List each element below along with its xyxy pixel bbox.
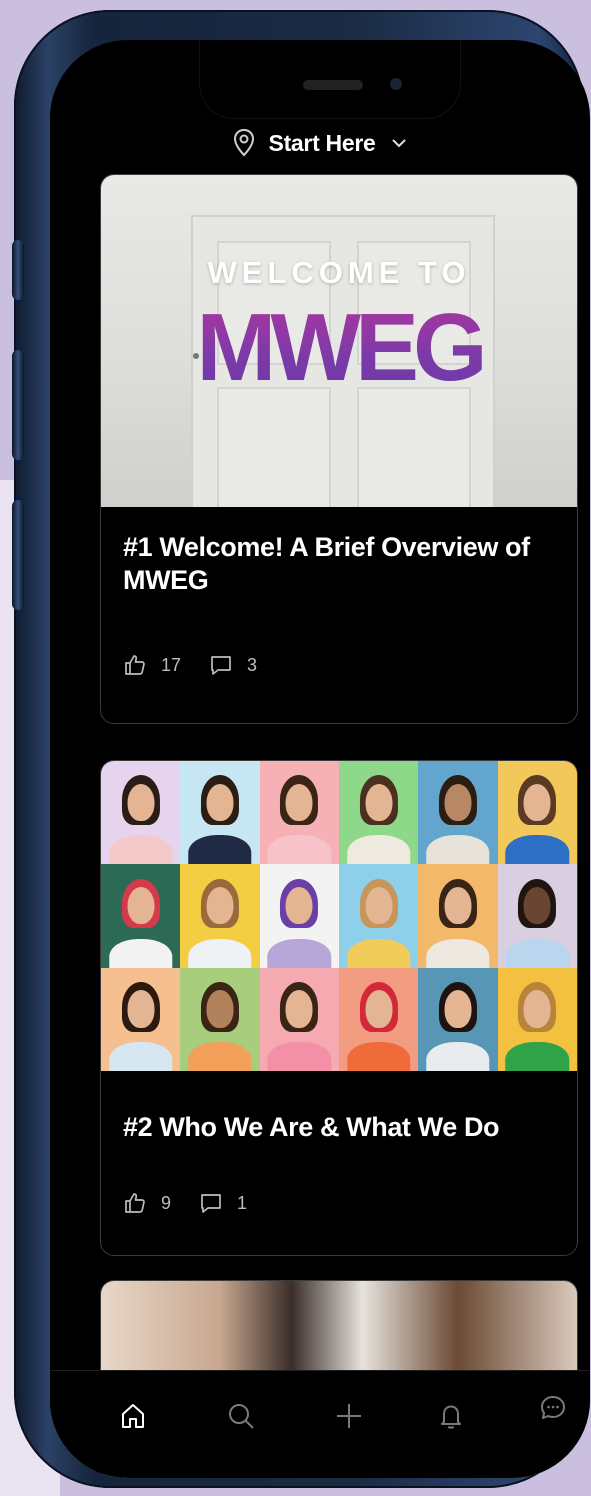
speaker [303, 80, 363, 90]
mweg-logo: MWEG [101, 293, 577, 403]
bell-icon [441, 1405, 461, 1429]
search-icon [229, 1404, 254, 1429]
photo-tile [418, 761, 498, 865]
photo-tile [259, 761, 339, 865]
chevron-down-icon [392, 139, 407, 148]
tab-messages[interactable] [528, 1383, 578, 1433]
post-title[interactable]: #2 Who We Are & What We Do [123, 1111, 555, 1144]
photo-tile [101, 864, 181, 968]
like-stat[interactable]: 9 [123, 1191, 171, 1215]
home-icon [122, 1404, 144, 1428]
tab-search[interactable] [216, 1391, 266, 1441]
tab-home[interactable] [108, 1391, 158, 1441]
like-count: 17 [161, 654, 182, 675]
photo-tile [180, 967, 260, 1071]
like-stat[interactable]: 17 [123, 653, 181, 677]
comment-icon [201, 1194, 221, 1213]
app-screen: Start Here WELCOME TO MWEG #1 Welcome! A… [50, 40, 590, 1478]
chat-icon [541, 1396, 565, 1419]
photo-tile [180, 864, 260, 968]
tab-notifications[interactable] [426, 1391, 476, 1441]
post-cover-image: WELCOME TO MWEG [101, 175, 577, 507]
photo-tile [259, 864, 339, 968]
comment-count: 1 [237, 1192, 248, 1213]
bottom-tab-bar [50, 1370, 590, 1478]
photo-tile [101, 761, 181, 865]
photo-tile [101, 967, 181, 1071]
post-title[interactable]: #1 Welcome! A Brief Overview of MWEG [123, 531, 555, 597]
cover-heading: WELCOME TO [207, 255, 471, 290]
volume-up-button [12, 350, 24, 460]
photo-tile [180, 761, 260, 865]
post-cover-image [101, 761, 577, 1071]
comment-stat[interactable]: 3 [209, 653, 257, 677]
mute-switch [12, 240, 24, 300]
post-stats: 9 1 [123, 1191, 275, 1215]
photo-tile [497, 761, 577, 865]
photo-tile [418, 864, 498, 968]
photo-tile [497, 967, 577, 1071]
post-stats: 17 3 [123, 653, 285, 677]
post-card[interactable]: WELCOME TO MWEG #1 Welcome! A Brief Over… [100, 174, 578, 724]
space-title: Start Here [268, 129, 376, 156]
photo-tile [339, 967, 419, 1071]
post-card[interactable]: #2 Who We Are & What We Do 9 1 [100, 760, 578, 1256]
comment-count: 3 [247, 654, 258, 675]
like-count: 9 [161, 1192, 172, 1213]
photo-tile [497, 864, 577, 968]
photo-tile [339, 761, 419, 865]
volume-down-button [12, 500, 24, 610]
photo-tile [339, 864, 419, 968]
front-camera [390, 78, 402, 90]
notch [200, 40, 460, 118]
tab-create[interactable] [324, 1391, 374, 1441]
location-pin-icon [233, 128, 254, 157]
thumbs-up-icon [125, 655, 145, 675]
thumbs-up-icon [125, 1193, 145, 1213]
comment-stat[interactable]: 1 [199, 1191, 247, 1215]
photo-tile [418, 967, 498, 1071]
photo-tile [259, 967, 339, 1071]
plus-icon [337, 1404, 361, 1428]
space-selector[interactable]: Start Here [50, 118, 590, 168]
phone-frame: Start Here WELCOME TO MWEG #1 Welcome! A… [12, 10, 590, 1488]
comment-icon [211, 656, 231, 675]
